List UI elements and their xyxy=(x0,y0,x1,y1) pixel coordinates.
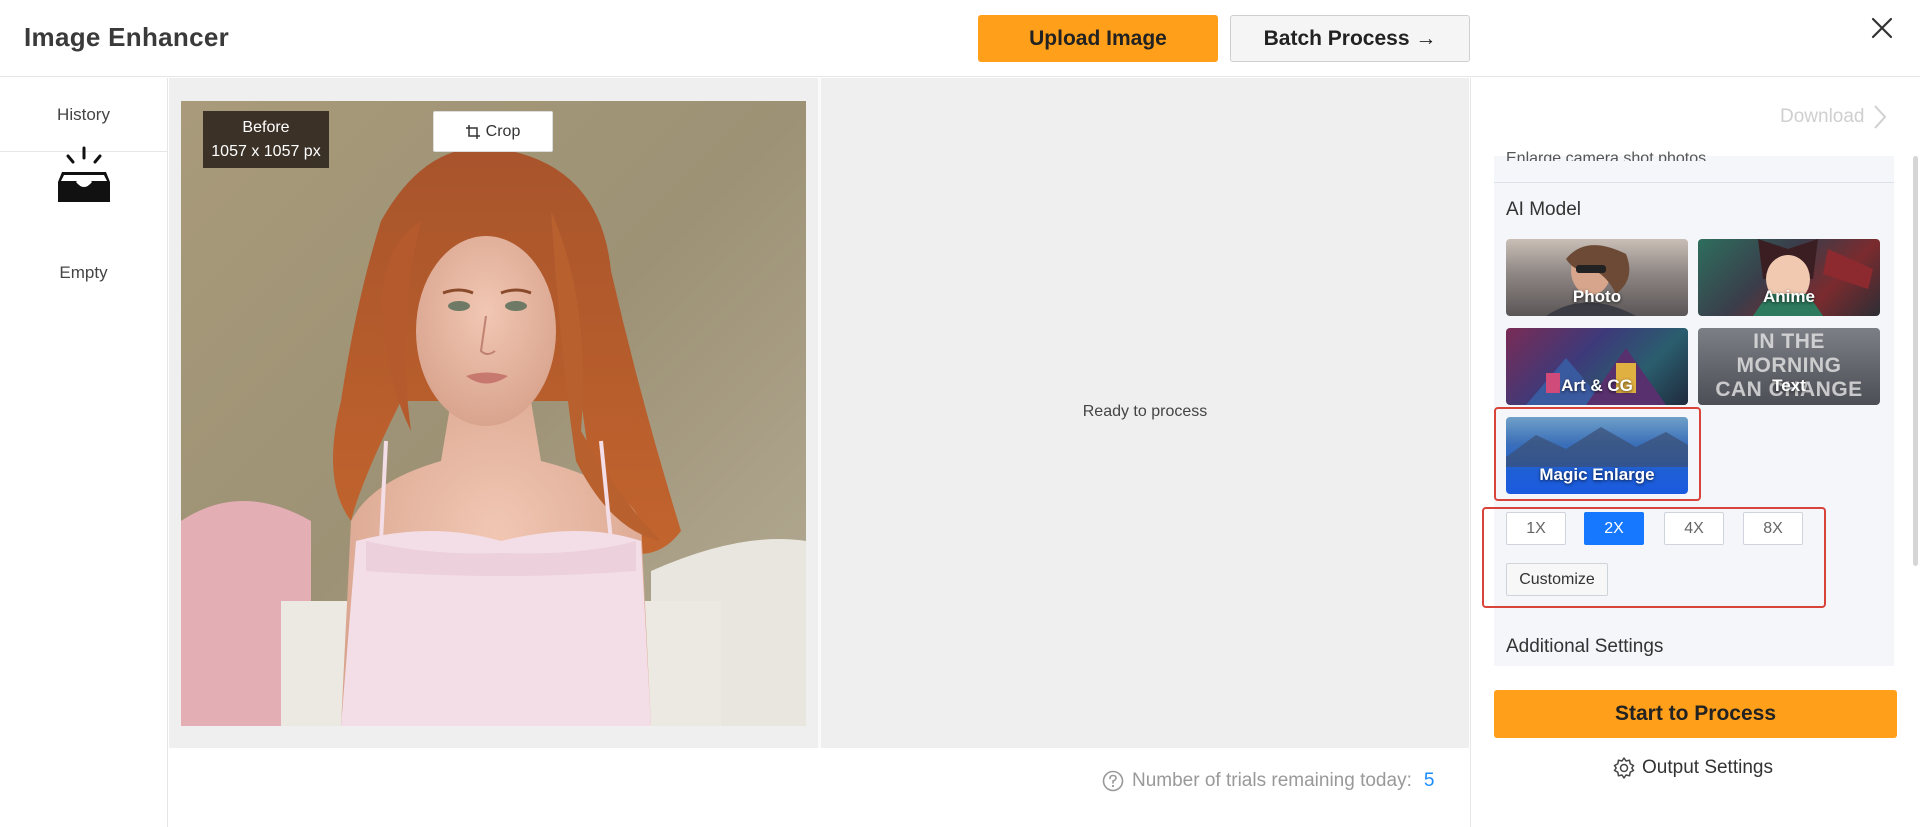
additional-settings-heading[interactable]: Additional Settings xyxy=(1506,636,1663,658)
empty-label: Empty xyxy=(59,263,108,282)
model-label-anime: Anime xyxy=(1763,287,1815,306)
before-label: Before xyxy=(242,119,290,136)
scale-2x-button[interactable]: 2X xyxy=(1584,512,1644,545)
section-divider xyxy=(1494,182,1894,183)
help-icon[interactable] xyxy=(1102,770,1124,792)
trials-count: 5 xyxy=(1423,770,1435,791)
download-label: Download xyxy=(1780,106,1865,127)
scale-4x-button[interactable]: 4X xyxy=(1664,512,1724,545)
top-bar: Image Enhancer Upload Image Batch Proces… xyxy=(0,0,1920,77)
crop-button[interactable]: Crop xyxy=(433,111,553,152)
close-icon[interactable] xyxy=(1866,12,1898,44)
model-label-text: Text xyxy=(1772,376,1806,395)
ready-status: Ready to process xyxy=(1082,403,1208,420)
history-tab[interactable]: History xyxy=(0,78,167,152)
model-card-anime[interactable]: Anime xyxy=(1698,239,1880,316)
crop-icon xyxy=(465,124,480,139)
model-label-photo: Photo xyxy=(1572,287,1622,306)
customize-button[interactable]: Customize xyxy=(1506,563,1608,596)
before-image xyxy=(181,101,806,726)
before-badge: Before 1057 x 1057 px xyxy=(203,111,329,168)
trials-remaining: Number of trials remaining today: 5 xyxy=(1102,770,1434,792)
model-card-art-cg[interactable]: Art & CG xyxy=(1506,328,1688,405)
gear-icon xyxy=(1613,757,1635,779)
download-link[interactable]: Download xyxy=(1780,104,1887,130)
empty-inbox-icon xyxy=(58,146,110,202)
upload-image-button[interactable]: Upload Image xyxy=(978,15,1218,62)
ai-model-heading: AI Model xyxy=(1506,199,1581,220)
crop-label: Crop xyxy=(485,122,521,140)
batch-process-button[interactable]: Batch Process → xyxy=(1230,15,1470,62)
trials-label: Number of trials remaining today: xyxy=(1132,770,1412,791)
settings-scrollbar[interactable] xyxy=(1913,156,1918,566)
scale-8x-button[interactable]: 8X xyxy=(1743,512,1803,545)
model-label-art-cg: Art & CG xyxy=(1561,376,1633,395)
output-settings-label: Output Settings xyxy=(1642,757,1773,778)
model-card-photo[interactable]: Photo xyxy=(1506,239,1688,316)
app-title: Image Enhancer xyxy=(24,22,230,52)
image-dimensions: 1057 x 1057 px xyxy=(211,143,321,160)
chevron-right-icon xyxy=(1873,105,1886,129)
output-settings-link[interactable]: Output Settings xyxy=(1612,756,1773,780)
start-to-process-button[interactable]: Start to Process xyxy=(1494,690,1897,738)
highlight-box-model xyxy=(1494,407,1701,501)
scale-1x-button[interactable]: 1X xyxy=(1506,512,1566,545)
text-card-overlay-line-1: IN THE MORNING xyxy=(1736,330,1842,377)
model-card-text[interactable]: IN THE MORNING CAN CHANGE YOUR Text xyxy=(1698,328,1880,405)
model-description: Enlarge camera shot photos. xyxy=(1506,150,1711,161)
